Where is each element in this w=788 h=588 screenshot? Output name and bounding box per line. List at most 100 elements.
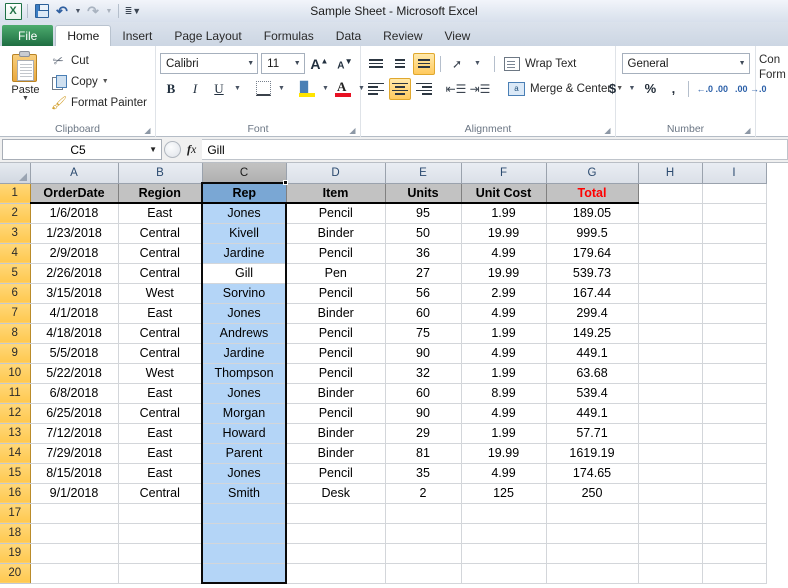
- data-cell[interactable]: [638, 303, 703, 324]
- row-header-6[interactable]: 6: [0, 283, 31, 304]
- column-title-cell[interactable]: [702, 183, 767, 204]
- data-cell[interactable]: East: [118, 203, 203, 224]
- data-cell[interactable]: [702, 423, 767, 444]
- data-cell[interactable]: Central: [118, 223, 203, 244]
- data-cell[interactable]: 9/1/2018: [30, 483, 119, 504]
- data-cell[interactable]: 4.99: [461, 403, 547, 424]
- data-cell[interactable]: Binder: [286, 223, 386, 244]
- currency-button[interactable]: $: [602, 78, 624, 100]
- data-cell[interactable]: Pencil: [286, 363, 386, 384]
- wrap-text-button[interactable]: Wrap Text: [500, 52, 580, 76]
- row-header-4[interactable]: 4: [0, 243, 31, 264]
- data-cell[interactable]: 299.4: [546, 303, 639, 324]
- data-cell[interactable]: [461, 563, 547, 584]
- data-cell[interactable]: 449.1: [546, 403, 639, 424]
- data-cell[interactable]: [702, 343, 767, 364]
- data-cell[interactable]: 7/29/2018: [30, 443, 119, 464]
- formula-input[interactable]: Gill: [202, 139, 788, 160]
- align-middle-button[interactable]: [389, 53, 411, 75]
- data-cell[interactable]: [118, 543, 203, 564]
- data-cell[interactable]: 81: [385, 443, 462, 464]
- column-title-cell[interactable]: Region: [118, 183, 203, 204]
- row-header-7[interactable]: 7: [0, 303, 31, 324]
- paste-dropdown-icon[interactable]: ▼: [22, 95, 29, 102]
- tab-data[interactable]: Data: [325, 25, 372, 47]
- data-cell[interactable]: 6/8/2018: [30, 383, 119, 404]
- data-cell[interactable]: East: [118, 443, 203, 464]
- data-cell[interactable]: 27: [385, 263, 462, 284]
- data-cell[interactable]: [201, 523, 287, 544]
- column-header-e[interactable]: E: [385, 163, 462, 184]
- data-cell[interactable]: West: [118, 283, 203, 304]
- borders-button[interactable]: [252, 78, 274, 100]
- data-cell[interactable]: Howard: [201, 423, 287, 444]
- data-cell[interactable]: Pencil: [286, 203, 386, 224]
- clipboard-dialog-launcher-icon[interactable]: ◢: [143, 126, 152, 135]
- data-cell[interactable]: [702, 263, 767, 284]
- data-cell[interactable]: Thompson: [201, 363, 287, 384]
- tab-home[interactable]: Home: [55, 25, 112, 47]
- data-cell[interactable]: [385, 563, 462, 584]
- fill-handle[interactable]: [283, 180, 288, 185]
- data-cell[interactable]: [638, 383, 703, 404]
- data-cell[interactable]: Jones: [201, 463, 287, 484]
- data-cell[interactable]: 7/12/2018: [30, 423, 119, 444]
- data-cell[interactable]: [201, 503, 287, 524]
- data-cell[interactable]: 149.25: [546, 323, 639, 344]
- data-cell[interactable]: 57.71: [546, 423, 639, 444]
- data-cell[interactable]: 95: [385, 203, 462, 224]
- align-top-button[interactable]: [365, 53, 387, 75]
- undo-dropdown-icon[interactable]: ▼: [73, 2, 82, 20]
- data-cell[interactable]: [286, 503, 386, 524]
- excel-logo-icon[interactable]: X: [4, 2, 22, 20]
- formula-bar-button[interactable]: [164, 141, 181, 158]
- data-cell[interactable]: [30, 503, 119, 524]
- data-cell[interactable]: East: [118, 383, 203, 404]
- data-cell[interactable]: [546, 523, 639, 544]
- data-cell[interactable]: Central: [118, 263, 203, 284]
- column-title-cell[interactable]: Rep: [201, 182, 287, 204]
- data-cell[interactable]: 8.99: [461, 383, 547, 404]
- data-cell[interactable]: [286, 543, 386, 564]
- column-title-cell[interactable]: OrderDate: [30, 183, 119, 204]
- row-header-14[interactable]: 14: [0, 443, 31, 464]
- data-cell[interactable]: [546, 543, 639, 564]
- data-cell[interactable]: [461, 523, 547, 544]
- data-cell[interactable]: 3/15/2018: [30, 283, 119, 304]
- data-cell[interactable]: Sorvino: [201, 283, 287, 304]
- data-cell[interactable]: Andrews: [201, 323, 287, 344]
- data-cell[interactable]: Morgan: [201, 403, 287, 424]
- row-header-13[interactable]: 13: [0, 423, 31, 444]
- data-cell[interactable]: [638, 263, 703, 284]
- data-cell[interactable]: [385, 503, 462, 524]
- data-cell[interactable]: [30, 563, 119, 584]
- row-header-10[interactable]: 10: [0, 363, 31, 384]
- data-cell[interactable]: [702, 303, 767, 324]
- number-dialog-launcher-icon[interactable]: ◢: [743, 126, 752, 135]
- undo-icon[interactable]: ↶: [53, 2, 71, 20]
- column-header-i[interactable]: I: [702, 163, 767, 184]
- data-cell[interactable]: [638, 423, 703, 444]
- data-cell[interactable]: Central: [118, 323, 203, 344]
- data-cell[interactable]: 4/18/2018: [30, 323, 119, 344]
- redo-dropdown-icon[interactable]: ▼: [104, 2, 113, 20]
- data-cell[interactable]: Kivell: [201, 223, 287, 244]
- data-cell[interactable]: [702, 283, 767, 304]
- data-cell[interactable]: Pencil: [286, 343, 386, 364]
- copy-dropdown-icon[interactable]: ▼: [102, 78, 109, 85]
- column-header-f[interactable]: F: [461, 163, 547, 184]
- comma-button[interactable]: ,: [662, 78, 684, 100]
- alignment-dialog-launcher-icon[interactable]: ◢: [603, 126, 612, 135]
- data-cell[interactable]: 539.73: [546, 263, 639, 284]
- data-cell[interactable]: 8/15/2018: [30, 463, 119, 484]
- data-cell[interactable]: 167.44: [546, 283, 639, 304]
- data-cell[interactable]: 125: [461, 483, 547, 504]
- row-header-15[interactable]: 15: [0, 463, 31, 484]
- data-cell[interactable]: [702, 463, 767, 484]
- fill-color-button[interactable]: ▉: [296, 78, 318, 100]
- data-cell[interactable]: 1/6/2018: [30, 203, 119, 224]
- data-cell[interactable]: 19.99: [461, 443, 547, 464]
- increase-indent-button[interactable]: ⇥☰: [469, 78, 491, 100]
- data-cell[interactable]: Jones: [201, 383, 287, 404]
- row-header-16[interactable]: 16: [0, 483, 31, 504]
